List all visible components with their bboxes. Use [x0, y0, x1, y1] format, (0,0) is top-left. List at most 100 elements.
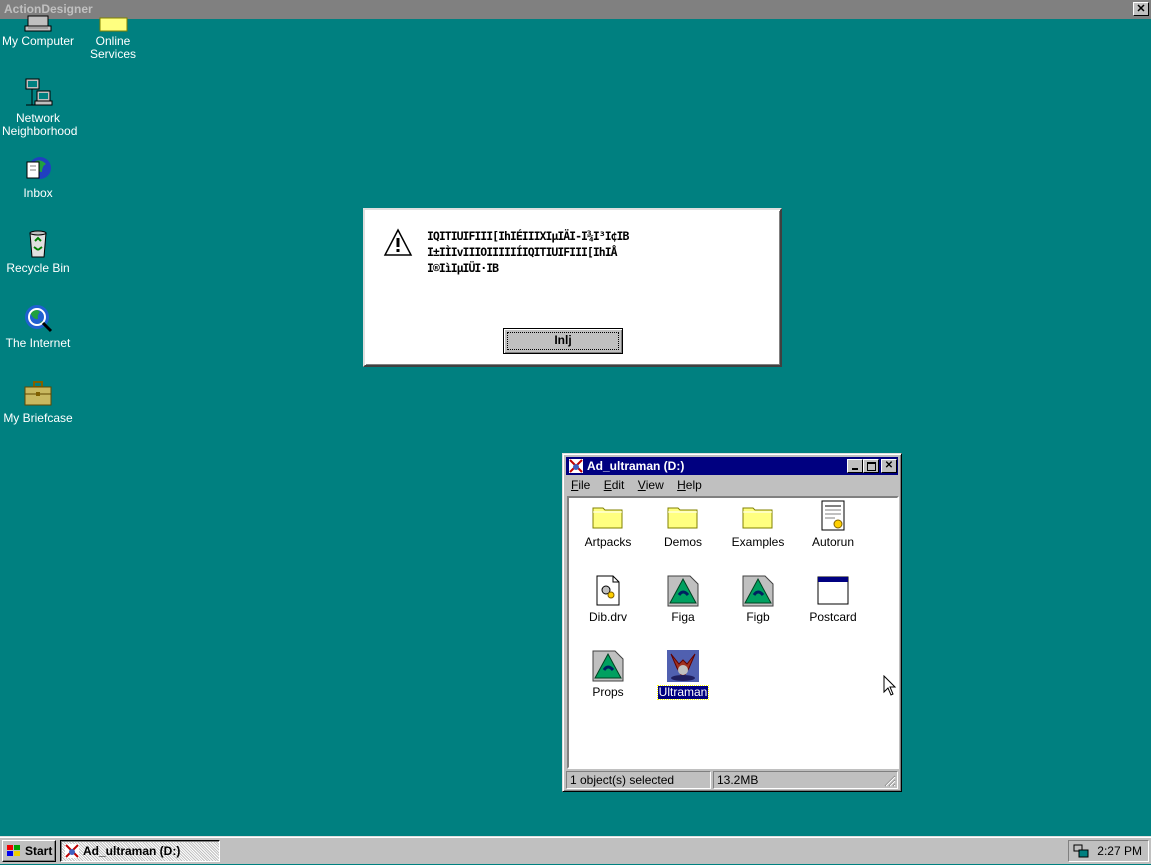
- menu-help[interactable]: Help: [672, 476, 707, 495]
- file-item-demos[interactable]: Demos: [646, 500, 720, 549]
- window-titlebar[interactable]: Ad_ultraman (D:) ✕: [566, 457, 898, 475]
- windows-logo-icon: [6, 844, 22, 858]
- file-item-artpacks[interactable]: Artpacks: [571, 500, 645, 549]
- actiondesigner-file-icon: [667, 575, 699, 607]
- briefcase-icon: [22, 377, 54, 409]
- menu-label-rest: elp: [685, 478, 702, 492]
- computer-icon: [22, 8, 54, 32]
- clock[interactable]: 2:27 PM: [1097, 841, 1142, 861]
- autorun-icon: [817, 500, 849, 532]
- close-button[interactable]: ✕: [1133, 2, 1149, 16]
- status-bar: 1 object(s) selected 13.2MB: [566, 771, 898, 789]
- close-icon: ✕: [884, 460, 894, 471]
- minimize-button[interactable]: [847, 459, 863, 473]
- menu-label-rest: dit: [611, 478, 625, 492]
- actiondesigner-file-icon: [742, 575, 774, 607]
- status-size: 13.2MB: [713, 771, 898, 789]
- explorer-window: Ad_ultraman (D:) ✕ File Edit View Help A…: [562, 453, 902, 792]
- dialog-message-line: I®IìIµIÜI·IB: [427, 261, 499, 275]
- inbox-icon: [22, 152, 54, 184]
- start-label: Start: [25, 844, 53, 858]
- minimize-icon: [852, 468, 858, 470]
- file-item-dib-drv[interactable]: Dib.drv: [571, 575, 645, 624]
- menu-accelerator: F: [571, 478, 579, 492]
- file-label: Postcard: [809, 610, 857, 624]
- desktop-icon-my-computer[interactable]: My Computer: [0, 8, 76, 48]
- file-label: Props: [592, 685, 624, 699]
- menu-accelerator: V: [637, 478, 646, 492]
- file-label: Artpacks: [584, 535, 632, 549]
- desktop-icon-my-briefcase[interactable]: My Briefcase: [0, 377, 76, 425]
- menu-file[interactable]: File: [566, 476, 595, 495]
- driver-icon: [592, 575, 624, 607]
- folder-icon: [97, 8, 129, 32]
- window-app-icon: [817, 575, 849, 607]
- mouse-cursor-icon: [883, 674, 897, 697]
- file-label: Demos: [663, 535, 702, 549]
- desktop-icon-label: Network Neighborhood: [2, 111, 78, 138]
- menu-label-rest: ile: [578, 478, 591, 492]
- menu-label-rest: iew: [645, 478, 664, 492]
- actiondesigner-file-icon: [592, 650, 624, 682]
- ok-button[interactable]: Inlj: [503, 328, 623, 354]
- taskbar-item-explorer[interactable]: Ad_ultraman (D:): [60, 840, 220, 862]
- desktop-icon-network-neighborhood[interactable]: Network Neighborhood: [0, 77, 78, 138]
- menu-bar: File Edit View Help: [566, 476, 707, 495]
- dialog-message-line: I±IÌIvIIIOIIIIIÍIQITIUIFIII[IhIÅ: [427, 245, 618, 259]
- file-item-figb[interactable]: Figb: [721, 575, 795, 624]
- desktop-icon-online-services[interactable]: Online Services: [75, 8, 151, 61]
- menu-accelerator: E: [603, 478, 612, 492]
- internet-icon: [22, 302, 54, 334]
- desktop-icon-recycle-bin[interactable]: Recycle Bin: [0, 227, 76, 275]
- recycle-bin-icon: [22, 227, 54, 259]
- file-item-examples[interactable]: Examples: [721, 500, 795, 549]
- folder-icon: [742, 500, 774, 532]
- dialog-message-line: IQITIUIFIII[IhIÉIIIXIµIÄI-I¾I³I¢IB: [427, 229, 629, 243]
- menu-edit[interactable]: Edit: [599, 476, 630, 495]
- system-tray: 2:27 PM: [1068, 840, 1149, 862]
- desktop-icon-label: Recycle Bin: [6, 261, 70, 275]
- network-icon: [22, 77, 54, 109]
- warning-dialog: IQITIUIFIII[IhIÉIIIXIµIÄI-I¾I³I¢IB I±IÌI…: [363, 208, 782, 367]
- ultraman-icon: [667, 650, 699, 682]
- file-label: Figa: [671, 610, 695, 624]
- network-tray-icon[interactable]: [1073, 844, 1089, 858]
- file-label: Figb: [746, 610, 770, 624]
- window-app-icon: [568, 458, 584, 474]
- folder-icon: [592, 500, 624, 532]
- file-item-ultraman[interactable]: Ultraman: [646, 650, 720, 700]
- start-button[interactable]: Start: [2, 840, 56, 862]
- close-icon: ✕: [1136, 3, 1146, 15]
- menu-view[interactable]: View: [633, 476, 669, 495]
- file-label: Examples: [731, 535, 785, 549]
- taskbar-item-label: Ad_ultraman (D:): [83, 844, 181, 858]
- file-label: Ultraman: [656, 685, 710, 700]
- file-item-autorun[interactable]: Autorun: [796, 500, 870, 549]
- desktop-icon-inbox[interactable]: Inbox: [0, 152, 76, 200]
- maximize-icon: [867, 462, 876, 471]
- window-title: Ad_ultraman (D:): [587, 459, 685, 473]
- warning-icon: [383, 228, 413, 258]
- file-item-props[interactable]: Props: [571, 650, 645, 699]
- file-label: Dib.drv: [588, 610, 627, 624]
- window-app-icon: [64, 843, 80, 859]
- maximize-button[interactable]: [863, 459, 879, 473]
- file-item-postcard[interactable]: Postcard: [796, 575, 870, 624]
- desktop-icon-the-internet[interactable]: The Internet: [0, 302, 76, 350]
- desktop-icon-label: The Internet: [5, 336, 71, 350]
- desktop-icon-label: Online Services: [89, 34, 136, 61]
- menu-accelerator: H: [677, 478, 686, 492]
- dialog-message: IQITIUIFIII[IhIÉIIIXIµIÄI-I¾I³I¢IB I±IÌI…: [427, 228, 757, 276]
- file-list: Artpacks Demos Examples Autorun Dib.drv …: [567, 496, 899, 769]
- desktop-icon-label: Inbox: [23, 186, 53, 200]
- taskbar: Start Ad_ultraman (D:) 2:27 PM: [0, 836, 1151, 864]
- app-titlebar: ActionDesigner ✕: [0, 0, 1151, 19]
- focus-rect: [507, 332, 619, 350]
- folder-icon: [667, 500, 699, 532]
- close-button[interactable]: ✕: [881, 459, 897, 473]
- desktop-icon-label: My Computer: [1, 34, 75, 48]
- status-selection: 1 object(s) selected: [566, 771, 711, 789]
- file-item-figa[interactable]: Figa: [646, 575, 720, 624]
- resize-grip-icon[interactable]: [884, 775, 896, 787]
- desktop-icon-label: My Briefcase: [3, 411, 73, 425]
